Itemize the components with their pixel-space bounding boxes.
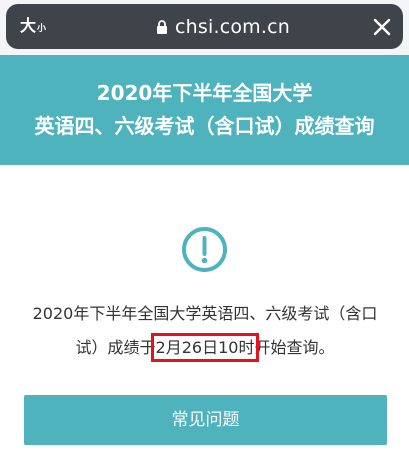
notice-text-line-2-suffix: 开始查询。 [254,338,335,357]
page-title-line-1: 2020年下半年全国大学 [96,81,313,105]
text-size-small-label: 小 [37,24,47,34]
highlighted-date-time: 2月26日10时 [150,333,260,362]
lock-icon [156,19,168,35]
notice-text-line-1: 2020年下半年全国大学英语四、六级考试（含口 [32,304,378,323]
browser-bar: 大小 chsi.com.cn [0,0,409,55]
url-display[interactable]: chsi.com.cn [156,15,290,39]
faq-button[interactable]: 常见问题 [24,395,387,445]
query-notice: 2020年下半年全国大学英语四、六级考试（含口 试）成绩于2月26日10时开始查… [20,297,390,365]
exclamation-circle-icon [181,226,228,273]
close-icon[interactable] [371,16,393,38]
url-text: chsi.com.cn [175,16,291,38]
notice-text-line-2-prefix: 试）成绩于 [75,338,156,357]
address-bar[interactable]: 大小 chsi.com.cn [6,4,403,49]
page-title-line-2: 英语四、六级考试（含口试）成绩查询 [34,114,375,138]
page-header: 2020年下半年全国大学 英语四、六级考试（含口试）成绩查询 [0,55,409,165]
text-size-large-label: 大 [20,16,37,35]
text-size-button[interactable]: 大小 [20,17,46,38]
